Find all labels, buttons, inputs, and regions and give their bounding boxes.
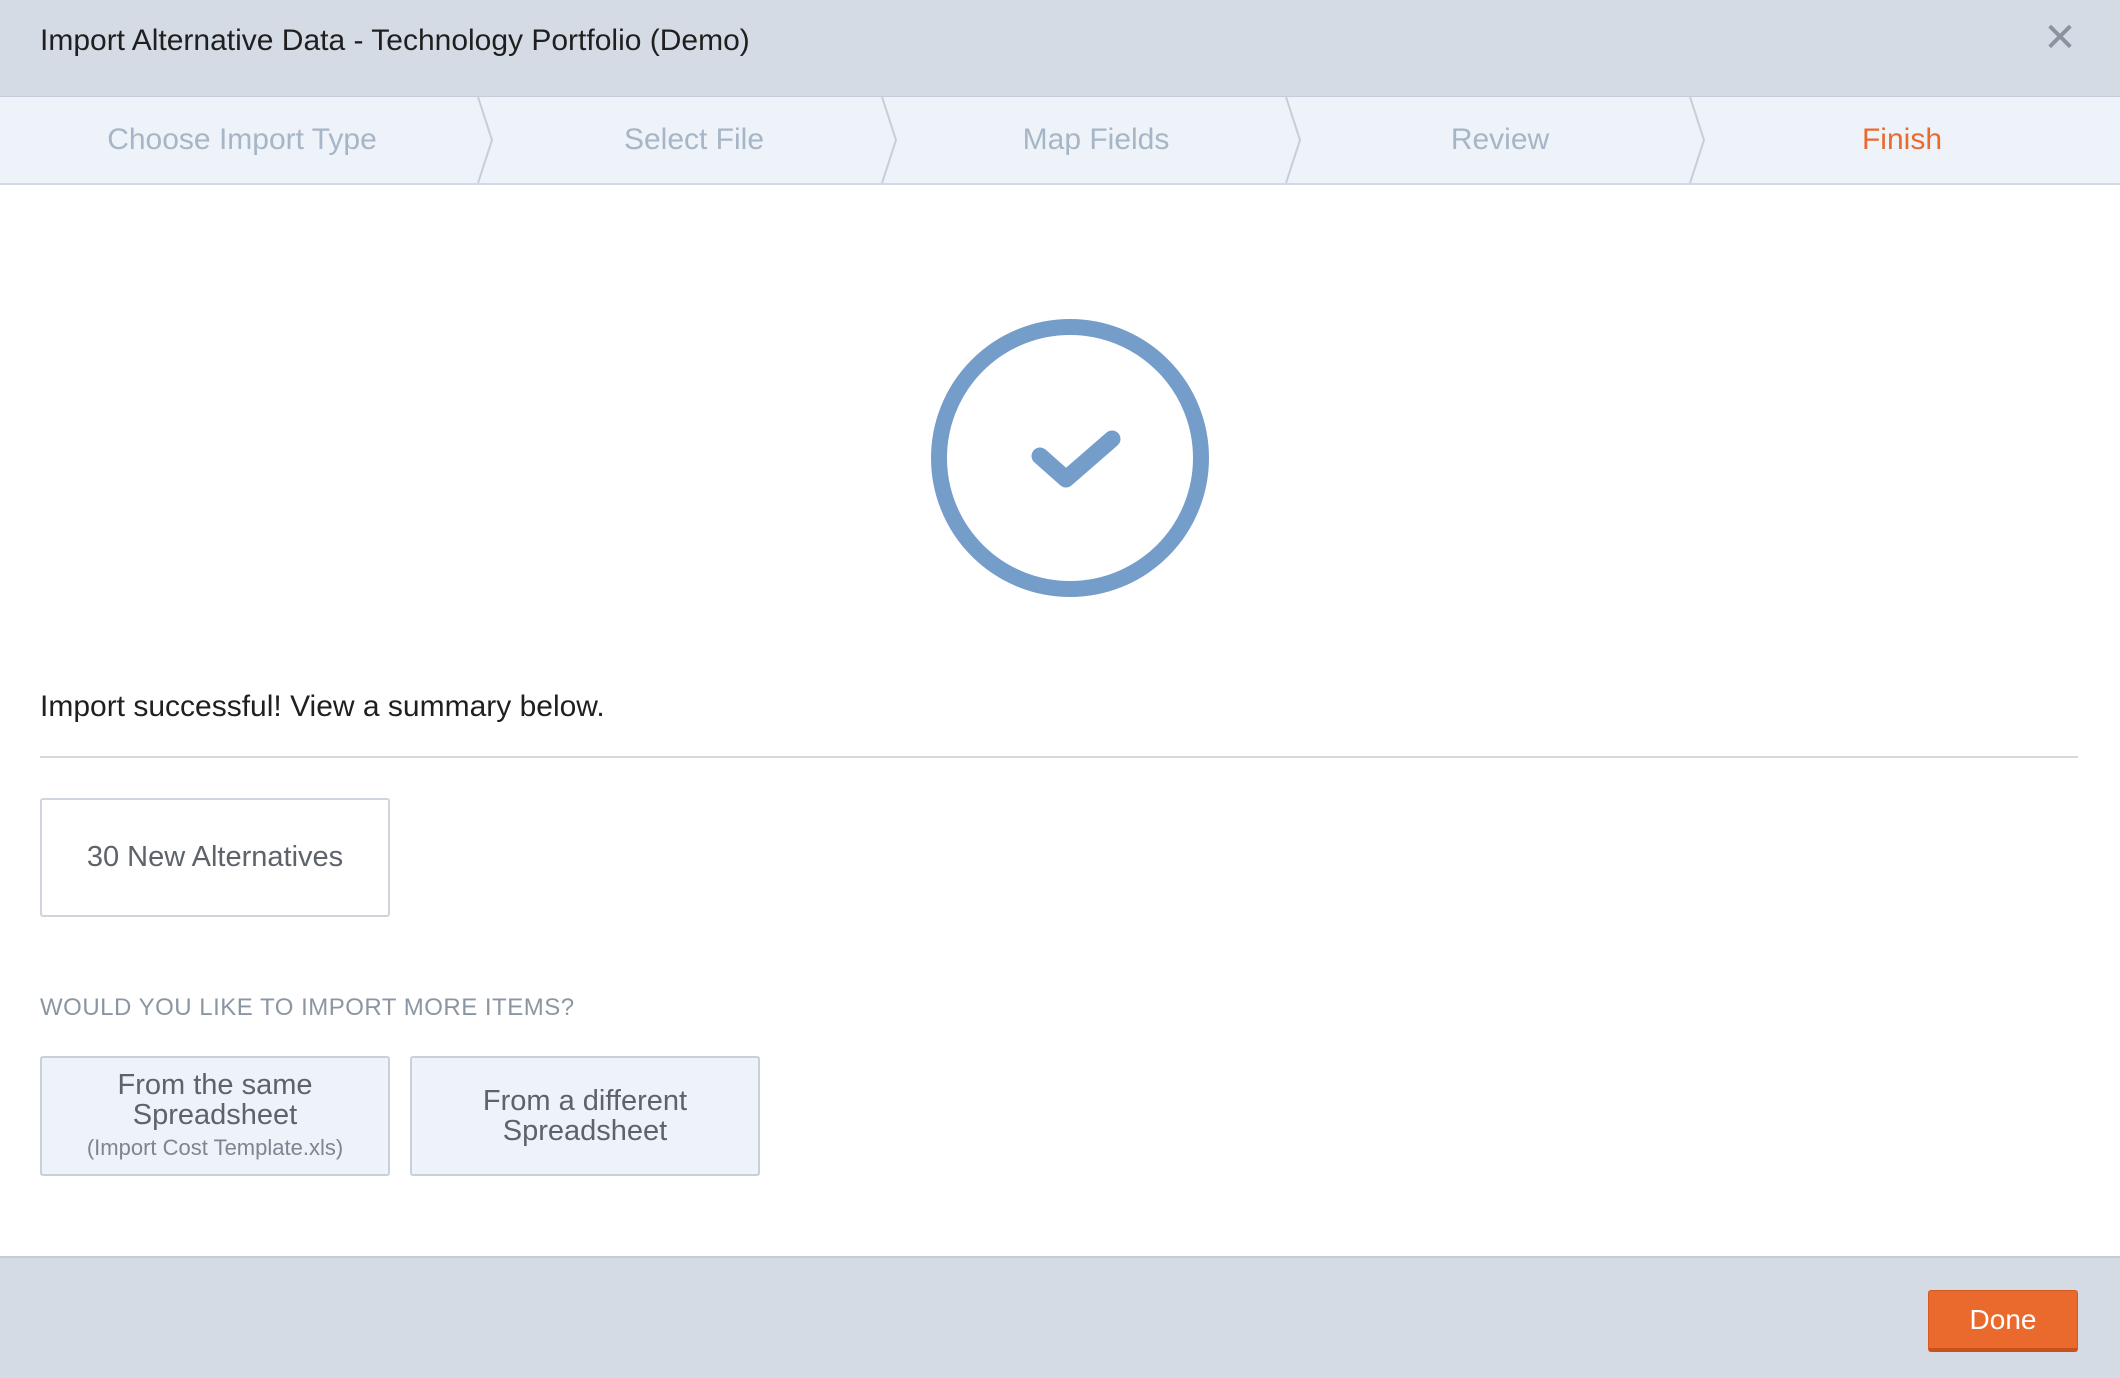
dialog-footer: Done [0, 1256, 2120, 1378]
import-different-spreadsheet-button[interactable]: From a different Spreadsheet [410, 1056, 760, 1176]
step-map-fields[interactable]: Map Fields [894, 97, 1298, 183]
spreadsheet-filename: (Import Cost Template.xls) [86, 1135, 344, 1160]
divider [40, 756, 2078, 758]
summary-new-alternatives: 30 New Alternatives [40, 798, 390, 917]
check-circle-icon [931, 319, 1209, 597]
button-label-line2: Spreadsheet [502, 1115, 668, 1147]
wizard-steps: Choose Import Type Select File Map Field… [0, 97, 2120, 185]
close-icon[interactable]: ✕ [2040, 18, 2080, 58]
button-label-line1: From a different [482, 1085, 688, 1117]
import-same-spreadsheet-button[interactable]: From the same Spreadsheet (Import Cost T… [40, 1056, 390, 1176]
step-choose-import-type[interactable]: Choose Import Type [40, 97, 444, 183]
step-finish[interactable]: Finish [1700, 97, 2104, 183]
import-dialog: Import Alternative Data - Technology Por… [0, 0, 2120, 1378]
success-message: Import successful! View a summary below. [40, 690, 605, 723]
done-button[interactable]: Done [1928, 1290, 2078, 1352]
step-select-file[interactable]: Select File [492, 97, 896, 183]
button-label-line2: Spreadsheet [132, 1099, 298, 1131]
button-label-line1: From the same [117, 1069, 313, 1101]
dialog-title: Import Alternative Data - Technology Por… [40, 24, 750, 57]
dialog-header: Import Alternative Data - Technology Por… [0, 0, 2120, 97]
step-review[interactable]: Review [1298, 97, 1702, 183]
import-more-prompt: WOULD YOU LIKE TO IMPORT MORE ITEMS? [40, 994, 575, 1021]
